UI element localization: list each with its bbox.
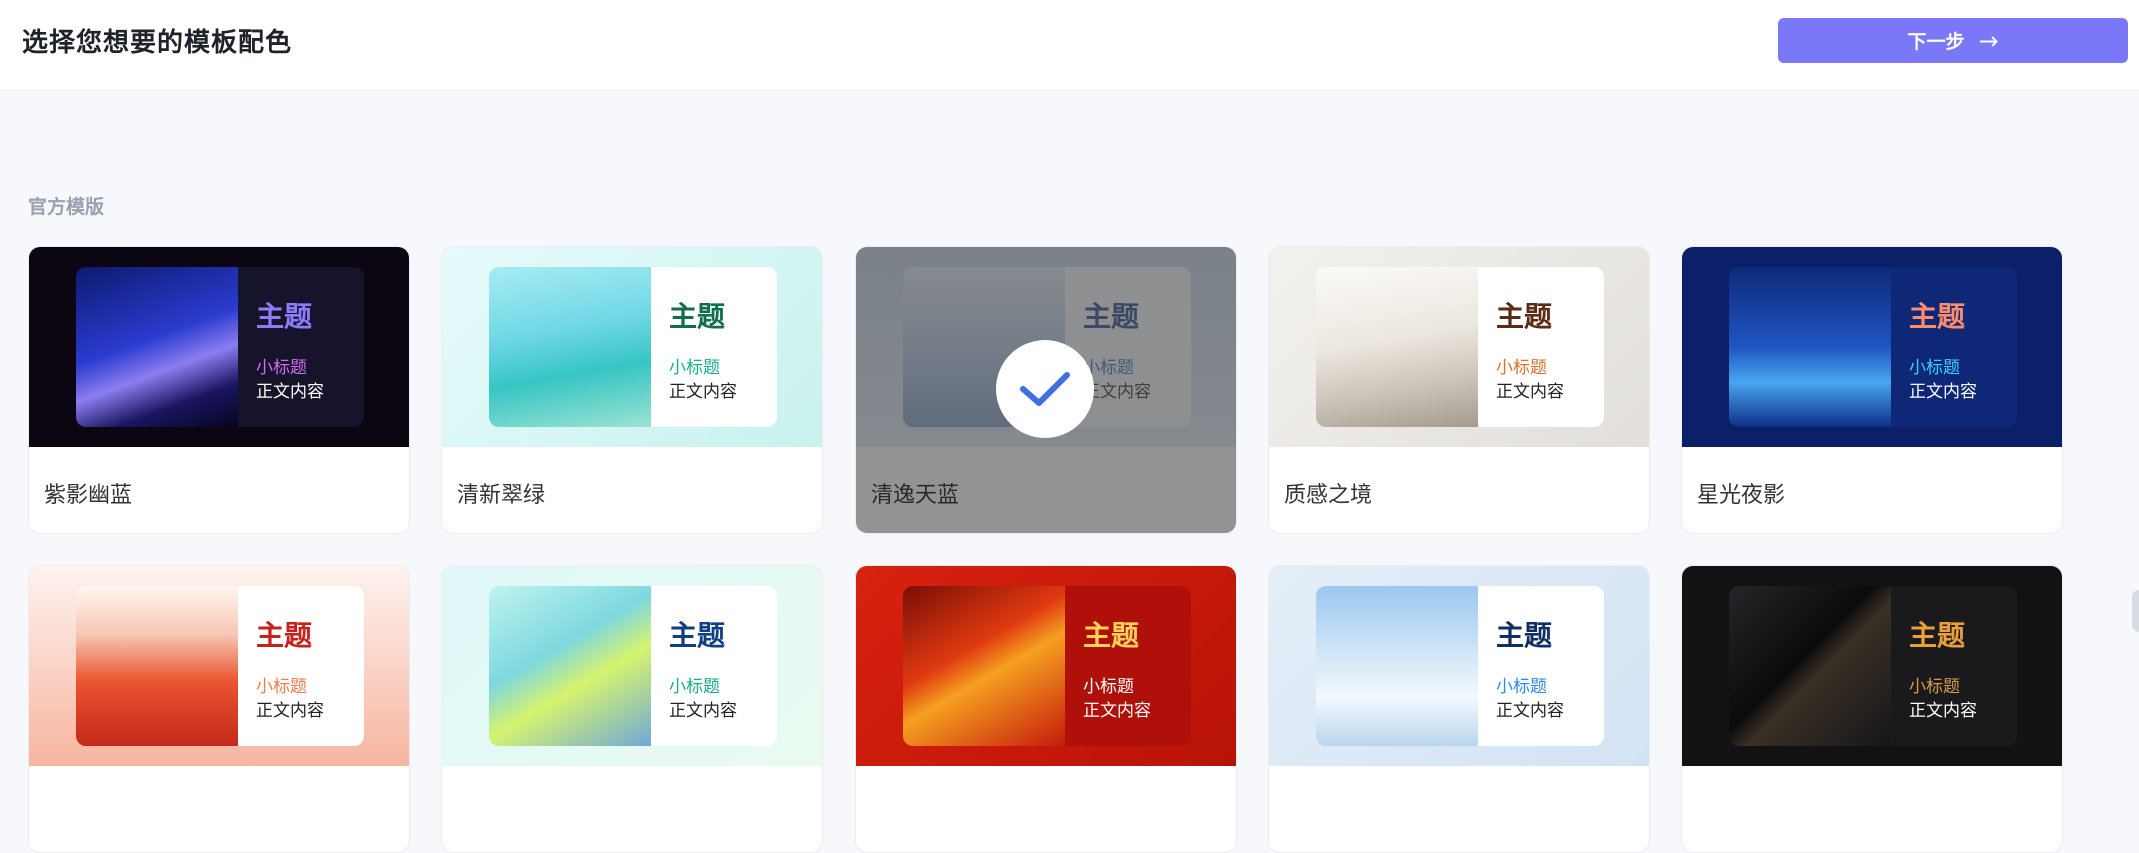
- preview-body: 正文内容: [1496, 382, 1564, 402]
- template-card[interactable]: 主题 小标题 正文内容 质感之境: [1268, 246, 1650, 534]
- template-thumbnail: 主题 小标题 正文内容: [29, 247, 409, 447]
- preview-body: 正文内容: [256, 701, 324, 721]
- preview-body: 正文内容: [669, 382, 737, 402]
- template-thumbnail: 主题 小标题 正文内容: [1682, 247, 2062, 447]
- preview-subtitle: 小标题: [669, 677, 720, 697]
- template-name: 质感之境: [1284, 483, 1373, 508]
- template-artwork: [1729, 586, 1891, 746]
- template-artwork: [489, 586, 651, 746]
- template-artwork: [76, 586, 238, 746]
- arrow-right-icon: →: [1978, 26, 1999, 55]
- preview-title: 主题: [669, 300, 726, 333]
- template-preview: 主题 小标题 正文内容: [1316, 586, 1604, 746]
- template-thumbnail: 主题 小标题 正文内容: [1682, 566, 2062, 766]
- template-thumbnail: 主题 小标题 正文内容: [29, 566, 409, 766]
- template-card[interactable]: 主题 小标题 正文内容 紫影幽蓝: [28, 246, 410, 534]
- template-name: 星光夜影: [1697, 483, 1786, 508]
- template-card[interactable]: 主题 小标题 正文内容: [1268, 565, 1650, 853]
- page-title: 选择您想要的模板配色: [22, 28, 293, 58]
- preview-body: 正文内容: [1909, 701, 1977, 721]
- template-name: 紫影幽蓝: [44, 483, 133, 508]
- preview-title: 主题: [256, 300, 313, 333]
- template-preview: 主题 小标题 正文内容: [489, 267, 777, 427]
- next-step-button[interactable]: 下一步 →: [1778, 18, 2128, 63]
- template-preview: 主题 小标题 正文内容: [489, 586, 777, 746]
- preview-subtitle: 小标题: [1909, 677, 1960, 697]
- top-bar: 选择您想要的模板配色 下一步 →: [0, 0, 2139, 90]
- template-card[interactable]: 主题 小标题 正文内容: [1681, 565, 2063, 853]
- preview-body: 正文内容: [669, 701, 737, 721]
- template-text-panel: 主题 小标题 正文内容: [651, 586, 777, 746]
- template-artwork: [903, 586, 1065, 746]
- template-card[interactable]: 主题 小标题 正文内容 星光夜影: [1681, 246, 2063, 534]
- template-artwork: [76, 267, 238, 427]
- template-text-panel: 主题 小标题 正文内容: [238, 267, 364, 427]
- template-text-panel: 主题 小标题 正文内容: [1478, 267, 1604, 427]
- preview-body: 正文内容: [1496, 701, 1564, 721]
- template-artwork: [1316, 586, 1478, 746]
- preview-title: 主题: [1083, 619, 1140, 652]
- preview-subtitle: 小标题: [1909, 358, 1960, 378]
- template-text-panel: 主题 小标题 正文内容: [651, 267, 777, 427]
- scrollbar-thumb[interactable]: [2132, 590, 2139, 632]
- section-label-official-templates: 官方模版: [28, 196, 105, 218]
- preview-subtitle: 小标题: [256, 677, 307, 697]
- preview-subtitle: 小标题: [1083, 677, 1134, 697]
- preview-title: 主题: [1909, 619, 1966, 652]
- template-card[interactable]: 主题 小标题 正文内容: [441, 565, 823, 853]
- template-thumbnail: 主题 小标题 正文内容: [1269, 247, 1649, 447]
- template-preview: 主题 小标题 正文内容: [1729, 267, 2017, 427]
- template-card[interactable]: 主题 小标题 正文内容 清逸天蓝: [855, 246, 1237, 534]
- preview-title: 主题: [1496, 300, 1553, 333]
- preview-body: 正文内容: [256, 382, 324, 402]
- template-text-panel: 主题 小标题 正文内容: [1065, 586, 1191, 746]
- template-name: 清新翠绿: [457, 483, 546, 508]
- preview-title: 主题: [1496, 619, 1553, 652]
- preview-subtitle: 小标题: [1496, 358, 1547, 378]
- next-step-label: 下一步: [1907, 31, 1965, 53]
- template-artwork: [1316, 267, 1478, 427]
- template-card[interactable]: 主题 小标题 正文内容: [28, 565, 410, 853]
- preview-body: 正文内容: [1909, 382, 1977, 402]
- preview-body: 正文内容: [1083, 701, 1151, 721]
- template-text-panel: 主题 小标题 正文内容: [238, 586, 364, 746]
- template-preview: 主题 小标题 正文内容: [1729, 586, 2017, 746]
- template-thumbnail: 主题 小标题 正文内容: [442, 247, 822, 447]
- template-preview: 主题 小标题 正文内容: [1316, 267, 1604, 427]
- template-preview: 主题 小标题 正文内容: [76, 586, 364, 746]
- template-text-panel: 主题 小标题 正文内容: [1478, 586, 1604, 746]
- template-text-panel: 主题 小标题 正文内容: [1891, 586, 2017, 746]
- template-preview: 主题 小标题 正文内容: [76, 267, 364, 427]
- template-text-panel: 主题 小标题 正文内容: [1891, 267, 2017, 427]
- template-card[interactable]: 主题 小标题 正文内容 清新翠绿: [441, 246, 823, 534]
- preview-subtitle: 小标题: [256, 358, 307, 378]
- template-artwork: [1729, 267, 1891, 427]
- template-name: 清逸天蓝: [871, 483, 960, 508]
- template-thumbnail: 主题 小标题 正文内容: [856, 566, 1236, 766]
- preview-title: 主题: [1909, 300, 1966, 333]
- preview-title: 主题: [256, 619, 313, 652]
- template-thumbnail: 主题 小标题 正文内容: [1269, 566, 1649, 766]
- preview-subtitle: 小标题: [1496, 677, 1547, 697]
- template-thumbnail: 主题 小标题 正文内容: [442, 566, 822, 766]
- template-artwork: [489, 267, 651, 427]
- template-card[interactable]: 主题 小标题 正文内容: [855, 565, 1237, 853]
- preview-subtitle: 小标题: [669, 358, 720, 378]
- preview-title: 主题: [669, 619, 726, 652]
- template-preview: 主题 小标题 正文内容: [903, 586, 1191, 746]
- check-icon: [996, 340, 1094, 438]
